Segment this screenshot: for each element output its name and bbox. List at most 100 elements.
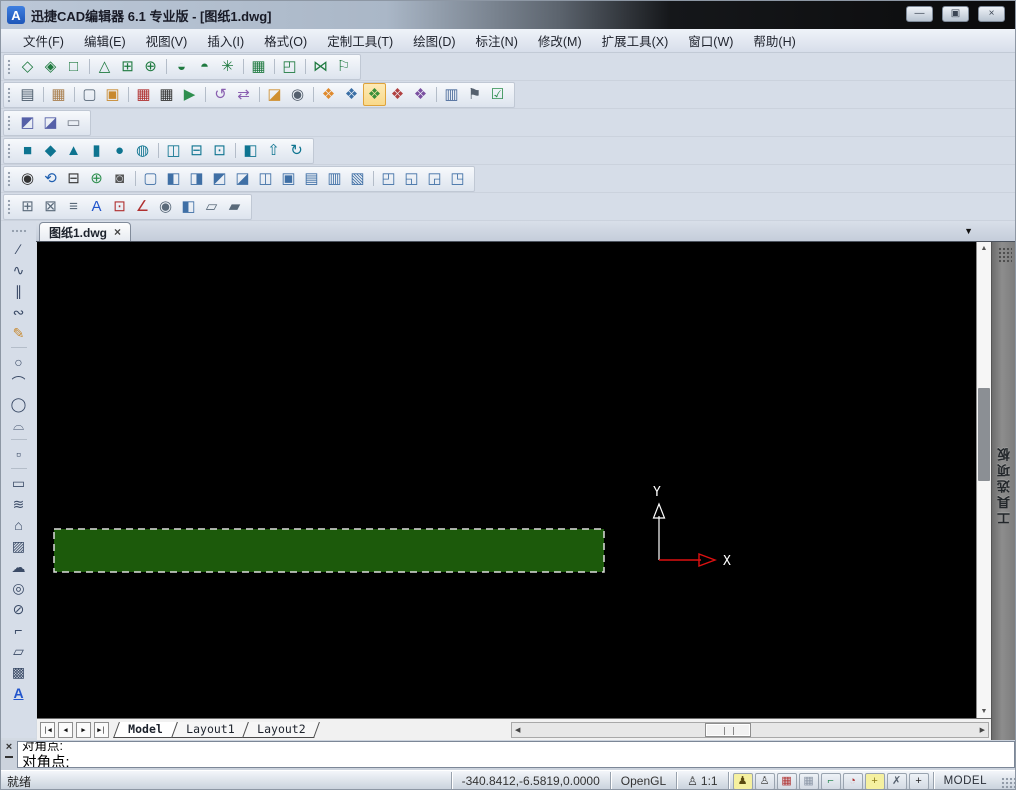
block-history[interactable]: ↺ [209, 83, 232, 106]
palette-grip[interactable] [998, 247, 1012, 263]
drawing-canvas[interactable]: Y X [37, 242, 976, 718]
render-region[interactable]: ◪ [39, 111, 62, 134]
draw-arc[interactable]: ⌒ [7, 372, 31, 393]
marker-flag[interactable]: ⚑ [463, 83, 486, 106]
draw-donut[interactable]: ◎ [7, 577, 31, 598]
menu-custom-tools[interactable]: 定制工具(T) [317, 28, 403, 53]
last-layout-button[interactable]: ▶| [94, 722, 109, 738]
solid-box[interactable]: ■ [16, 139, 39, 162]
horizontal-scroll-thumb[interactable] [705, 723, 751, 737]
zoom-angle[interactable]: ∠ [131, 195, 154, 218]
surface-cylinder[interactable]: ⊞ [116, 55, 139, 78]
zoom-window[interactable]: ⊞ [16, 195, 39, 218]
restore-button[interactable]: ▣ [942, 6, 969, 22]
view-front[interactable]: ◪ [231, 167, 254, 190]
draw-fillet[interactable]: ⌐ [7, 619, 31, 640]
scroll-down-icon[interactable]: ▼ [977, 705, 991, 718]
draw-circle[interactable]: ○ [7, 351, 31, 372]
tab-layout2[interactable]: Layout2 [242, 722, 320, 738]
zoom-scale[interactable]: ≡ [62, 195, 85, 218]
surface-dish[interactable]: ◒ [170, 55, 193, 78]
surface-ruled[interactable]: ⚐ [332, 55, 355, 78]
surface-mesh[interactable]: ▦ [247, 55, 270, 78]
zoom-dynamic[interactable]: ⊠ [39, 195, 62, 218]
command-close-icon[interactable]: × [6, 742, 12, 752]
block-convert[interactable]: ⇄ [232, 83, 255, 106]
scroll-left-icon[interactable]: ◀ [512, 726, 523, 734]
draw-point[interactable]: ▫ [7, 443, 31, 464]
view-top[interactable]: ▢ [139, 167, 162, 190]
view-left[interactable]: ◨ [185, 167, 208, 190]
solid-slice[interactable]: ◧ [239, 139, 262, 162]
plot-settings[interactable]: ▦ [47, 83, 70, 106]
crosshair-toggle[interactable]: + [909, 773, 929, 790]
draw-spline[interactable]: ∾ [7, 301, 31, 322]
tag-find[interactable]: ❖ [386, 83, 409, 106]
draw-line[interactable]: ∕ [7, 238, 31, 259]
iso-sw-view[interactable]: ◰ [377, 167, 400, 190]
otrack-toggle[interactable]: ✗ [887, 773, 907, 790]
render-new[interactable]: ◩ [16, 111, 39, 134]
draw-sketch[interactable]: ✎ [7, 322, 31, 343]
scroll-up-icon[interactable]: ▲ [977, 242, 991, 255]
select-window[interactable]: ▢ [78, 83, 101, 106]
annotation-toggle[interactable]: ♟ [733, 773, 753, 790]
surface-cone[interactable]: △ [93, 55, 116, 78]
annotation-auto-toggle[interactable]: ♙ [755, 773, 775, 790]
solid-extrude[interactable]: ⇧ [262, 139, 285, 162]
tool-palette-tab[interactable]: 工具选项板 [992, 420, 1016, 550]
group-objects[interactable]: ▣ [101, 83, 124, 106]
solid-intersect[interactable]: ⊡ [208, 139, 231, 162]
solid-torus[interactable]: ◍ [131, 139, 154, 162]
save-archive[interactable]: ▥ [440, 83, 463, 106]
iso-nw-view[interactable]: ◳ [446, 167, 469, 190]
menu-edit[interactable]: 编辑(E) [74, 28, 136, 53]
capture-camera[interactable]: ◉ [286, 83, 309, 106]
menu-insert[interactable]: 插入(I) [197, 28, 254, 53]
render-window[interactable]: ▭ [62, 111, 85, 134]
draw-text[interactable]: A [7, 682, 31, 703]
prev-layout-button[interactable]: ◀ [58, 722, 73, 738]
osnap-toggle[interactable]: + [865, 773, 885, 790]
menu-help[interactable]: 帮助(H) [743, 28, 805, 53]
insert-image[interactable]: ◪ [263, 83, 286, 106]
draw-ellipse[interactable]: ◯ [7, 393, 31, 414]
surface-2d-solid[interactable]: ◇ [16, 55, 39, 78]
solid-cone[interactable]: ▲ [62, 139, 85, 162]
table-record[interactable]: ▦ [155, 83, 178, 106]
ortho-toggle[interactable]: ⌐ [821, 773, 841, 790]
draw-region[interactable]: ▱ [7, 640, 31, 661]
hide-objects[interactable]: ◉ [16, 167, 39, 190]
window-resize-grip[interactable] [1001, 777, 1015, 790]
surface-box[interactable]: □ [62, 55, 85, 78]
vertical-scrollbar[interactable]: ▲ ▼ [976, 242, 991, 718]
surface-torus[interactable]: ✳ [216, 55, 239, 78]
solid-revolve[interactable]: ↻ [285, 139, 308, 162]
menu-format[interactable]: 格式(O) [254, 28, 317, 53]
view-ne[interactable]: ▥ [323, 167, 346, 190]
solid-cylinder[interactable]: ▮ [85, 139, 108, 162]
menu-draw[interactable]: 绘图(D) [403, 28, 465, 53]
menu-modify[interactable]: 修改(M) [528, 28, 592, 53]
next-layout-button[interactable]: ▶ [76, 722, 91, 738]
draw-ellipse-arc[interactable]: ⌓ [7, 414, 31, 435]
vertical-scroll-thumb[interactable] [978, 388, 990, 481]
solid-union[interactable]: ◫ [162, 139, 185, 162]
draw-polyline[interactable]: ∿ [7, 259, 31, 280]
view-se[interactable]: ▤ [300, 167, 323, 190]
solid-subtract[interactable]: ⊟ [185, 139, 208, 162]
menu-window[interactable]: 窗口(W) [678, 28, 743, 53]
paste-special[interactable]: ▰ [223, 195, 246, 218]
scroll-right-icon[interactable]: ▶ [977, 726, 988, 734]
validate-drawing[interactable]: ☑ [486, 83, 509, 106]
menu-view[interactable]: 视图(V) [136, 28, 198, 53]
view-bottom[interactable]: ◧ [162, 167, 185, 190]
menu-dimension[interactable]: 标注(N) [466, 28, 528, 53]
view-sw[interactable]: ▣ [277, 167, 300, 190]
view-back[interactable]: ◫ [254, 167, 277, 190]
view-right[interactable]: ◩ [208, 167, 231, 190]
iso-se-view[interactable]: ◱ [400, 167, 423, 190]
tab-close-icon[interactable]: × [114, 225, 121, 239]
zoom-preview[interactable]: ◉ [154, 195, 177, 218]
tag-save[interactable]: ❖ [409, 83, 432, 106]
